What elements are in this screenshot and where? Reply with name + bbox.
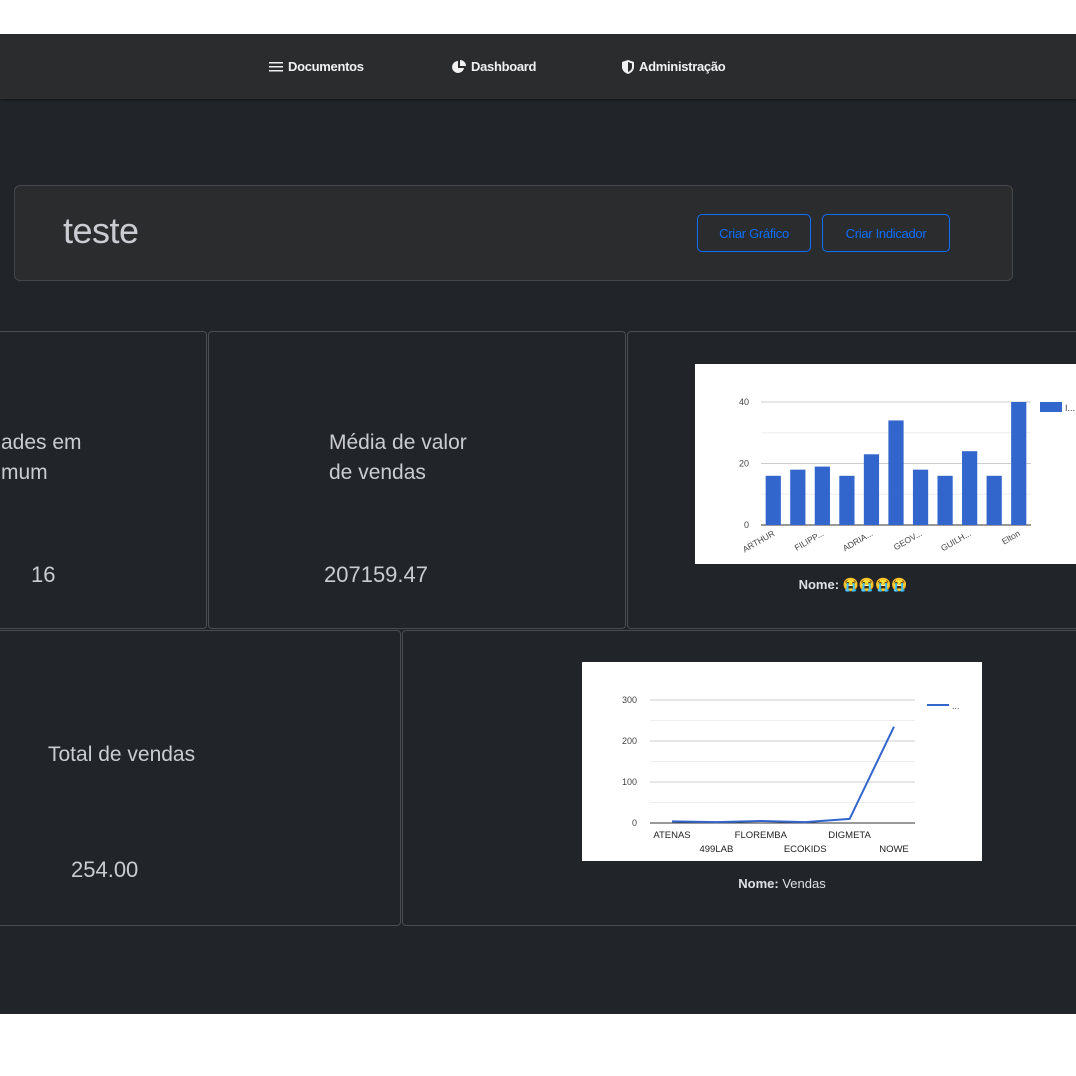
dashboard-title: teste [63,210,139,251]
y-tick-label: 20 [739,459,749,469]
chart-caption-label: Nome: [798,577,840,592]
bar [1011,402,1027,525]
chart-caption-text: Vendas [782,876,826,891]
x-tick-label: ARTHUR [741,528,777,554]
y-tick-label: 0 [744,520,749,530]
indicator-title-line: de vendas [329,461,426,484]
menu-icon [268,60,284,74]
bar [863,454,880,525]
nav-documents[interactable]: Documentos [268,34,364,99]
x-tick-label: 499LAB [699,844,733,855]
indicator-title: Média de valor de vendas [329,428,467,488]
indicator-card: Média de valor de vendas 207159.47 [208,331,626,629]
legend-label: I... [1065,403,1075,413]
x-tick-label: FLOREMBA [735,830,788,841]
x-tick-label: GEOV... [892,528,924,552]
x-tick-label: DIGMETA [828,830,871,841]
x-tick-label: NOWE [879,844,909,855]
line-chart: 0 100 200 300 ATENAS 499LAB FLOREMBA ECOKIDS DIG… [582,662,982,861]
shield-icon [621,59,635,75]
line-chart-svg: 0 100 200 300 ATENAS 499LABFLOREMBA ECOKIDSDIG… [622,695,960,855]
bar [986,475,1002,525]
x-tick-label: ECOKIDS [784,844,827,855]
x-tick-label: Elton [1000,528,1022,546]
dashboard-header-card: teste Criar Gráfico Criar Indicador [14,185,1013,281]
chart-caption: Nome: Vendas [582,876,982,891]
navbar: Documentos Dashboard Administração [0,34,1076,99]
chart-caption-text: 😭😭😭😭 [842,577,908,592]
bar [888,420,904,525]
y-tick-label: 300 [622,695,637,705]
pie-chart-icon [451,59,467,75]
indicator-title-line: ades em [1,431,82,454]
y-tick-label: 40 [739,397,749,407]
legend-swatch [1040,402,1062,412]
indicator-title: Total de vendas [48,740,195,770]
bar [912,469,929,525]
indicator-card: ades em mum 16 [0,331,207,629]
bar [765,475,781,525]
x-tick-label: ADRIA... [841,528,875,553]
indicator-title-line: mum [1,461,48,484]
y-tick-label: 100 [622,777,637,787]
x-tick-label: ATENAS [653,830,690,841]
indicator-title-line: Média de valor [329,431,467,454]
create-indicator-button[interactable]: Criar Indicador [822,214,950,252]
indicator-card: Total de vendas 254.00 [0,630,401,926]
bar [814,466,830,525]
y-tick-label: 0 [632,818,637,828]
app-container: Documentos Dashboard Administração teste… [0,34,1076,1014]
nav-dashboard[interactable]: Dashboard [451,34,537,99]
indicator-title-line: Total de vendas [48,743,196,766]
create-chart-button[interactable]: Criar Gráfico [697,214,811,252]
indicator-value: 207159.47 [324,562,428,587]
bar-chart: 0 20 40 ARTHUR FILIPP... ADRIA... GEOV... GUILH… [695,364,1076,564]
chart-caption-label: Nome: [738,876,779,891]
x-tick-label: FILIPP... [793,528,826,553]
y-tick-label: 200 [622,736,637,746]
chart-caption: Nome: 😭😭😭😭 [628,577,1076,593]
bar [962,451,978,525]
chart-card: 0 20 40 ARTHUR FILIPP... ADRIA... GEOV... GUILH… [627,331,1076,629]
bar [839,475,855,525]
nav-admin[interactable]: Administração [621,34,726,99]
nav-dashboard-label: Dashboard [471,59,537,74]
x-tick-label: GUILH... [939,528,973,553]
bar [937,475,953,525]
bar-chart-svg: 0 20 40 ARTHUR FILIPP... ADRIA... GEOV... GUILH… [739,397,1075,554]
legend-label: ... [952,701,960,711]
nav-admin-label: Administração [639,59,726,74]
nav-documents-label: Documentos [288,59,364,74]
indicator-title: ades em mum [1,428,82,488]
indicator-value: 254.00 [71,857,139,882]
bar [790,469,806,525]
indicator-value: 16 [31,562,56,587]
chart-card: 0 100 200 300 ATENAS 499LAB FLOREMBA ECOKIDS DIG… [402,630,1076,926]
